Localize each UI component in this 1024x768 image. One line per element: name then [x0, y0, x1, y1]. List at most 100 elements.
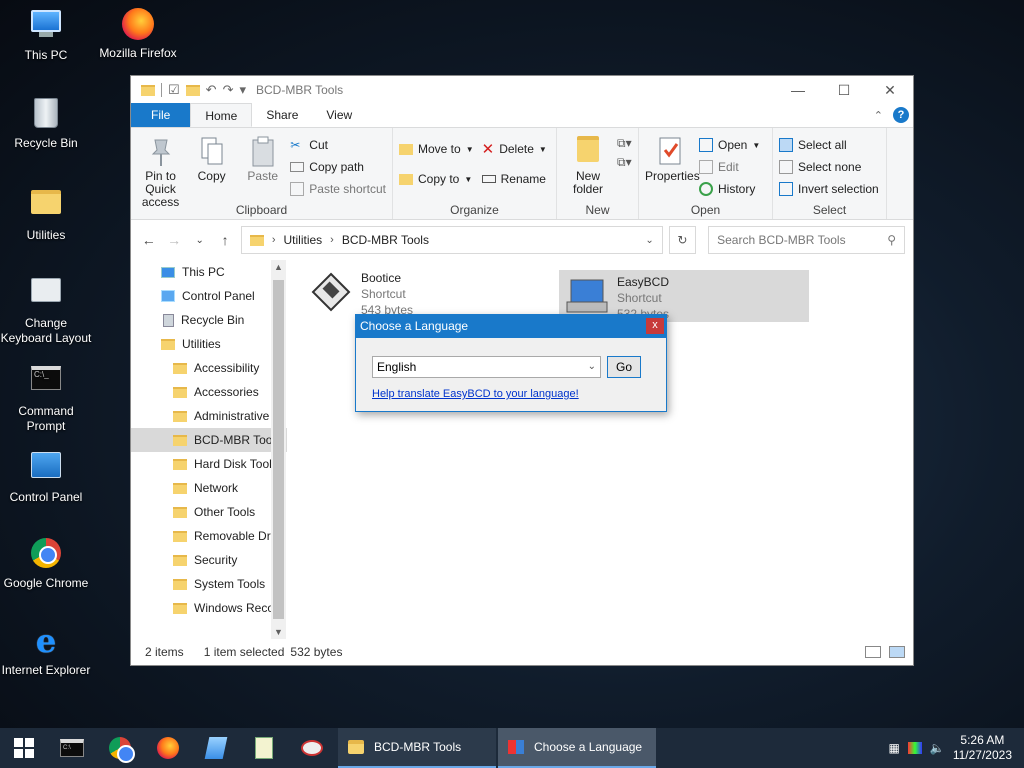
- undo-icon[interactable]: ↶: [206, 82, 217, 98]
- taskbar-task-bcd-mbr-tools[interactable]: BCD-MBR Tools: [338, 728, 496, 768]
- nav-item-control-panel[interactable]: Control Panel: [131, 284, 287, 308]
- history-button[interactable]: History: [699, 180, 760, 198]
- copy-to-button[interactable]: Copy to ▼: [399, 170, 474, 188]
- details-view-icon[interactable]: [865, 646, 881, 658]
- help-translate-link[interactable]: Help translate EasyBCD to your language!: [372, 388, 579, 400]
- taskbar-task-choose-language[interactable]: Choose a Language: [498, 728, 656, 768]
- taskbar-app-paint[interactable]: [288, 728, 336, 768]
- edit-button[interactable]: Edit: [699, 158, 760, 176]
- taskbar: C:\ BCD-MBR Tools Choose a Language ▦ 🔈 …: [0, 728, 1024, 768]
- nav-item-other-tools[interactable]: Other Tools: [131, 500, 287, 524]
- close-button[interactable]: ✕: [867, 76, 913, 104]
- scroll-up-icon[interactable]: ▲: [271, 262, 286, 272]
- taskbar-firefox[interactable]: [144, 728, 192, 768]
- properties-label: Properties: [645, 169, 700, 183]
- easy-access-icon[interactable]: ⧉▾: [617, 155, 632, 170]
- chevron-down-icon: ▼: [465, 144, 474, 154]
- back-button[interactable]: ←: [139, 232, 158, 248]
- nav-item-hard-disk-tools[interactable]: Hard Disk Tools: [131, 452, 287, 476]
- customize-qat-icon[interactable]: ▾: [239, 82, 246, 98]
- new-item-icon[interactable]: ⧉▾: [617, 136, 632, 151]
- taskbar-app-chart[interactable]: [240, 728, 288, 768]
- nav-item-system-tools[interactable]: System Tools: [131, 572, 287, 596]
- desktop-icon-internet-explorer[interactable]: e Internet Explorer: [0, 624, 92, 678]
- address-dropdown-icon[interactable]: ⌄: [645, 235, 653, 246]
- nav-item-removable-drives[interactable]: Removable Dri: [131, 524, 287, 548]
- volume-muted-icon[interactable]: 🔈: [930, 741, 945, 755]
- language-select[interactable]: English ⌄: [372, 356, 601, 378]
- desktop-icon-command-prompt[interactable]: C:\_ Command Prompt: [0, 360, 92, 434]
- move-to-button[interactable]: Move to ▼: [399, 140, 474, 158]
- refresh-button[interactable]: ↻: [668, 226, 697, 254]
- maximize-button[interactable]: ☐: [821, 76, 867, 104]
- address-bar[interactable]: › Utilities › BCD-MBR Tools ⌄: [240, 226, 663, 254]
- nav-item-this-pc[interactable]: This PC: [131, 260, 287, 284]
- desktop-icon-firefox[interactable]: Mozilla Firefox: [92, 8, 184, 61]
- scroll-down-icon[interactable]: ▼: [271, 627, 286, 637]
- nav-scrollbar[interactable]: ▲ ▼: [271, 260, 286, 639]
- cut-button[interactable]: ✂ Cut: [290, 136, 386, 154]
- copy-to-label: Copy to: [418, 172, 460, 186]
- desktop-icon-recycle-bin[interactable]: Recycle Bin: [0, 96, 92, 151]
- nav-item-accessories[interactable]: Accessories: [131, 380, 287, 404]
- nav-item-recycle-bin[interactable]: Recycle Bin: [131, 308, 287, 332]
- go-button[interactable]: Go: [607, 356, 641, 378]
- tab-home[interactable]: Home: [190, 103, 253, 127]
- breadcrumb-item[interactable]: Utilities: [283, 233, 322, 247]
- select-none-button[interactable]: Select none: [779, 158, 879, 176]
- taskbar-command-prompt[interactable]: C:\: [48, 728, 96, 768]
- desktop-icon-utilities[interactable]: Utilities: [0, 184, 92, 243]
- up-button[interactable]: ↑: [215, 232, 234, 248]
- copy-path-button[interactable]: Copy path: [290, 158, 386, 176]
- properties-icon[interactable]: ☑: [168, 82, 180, 98]
- recent-locations-button[interactable]: ⌄: [190, 235, 209, 246]
- file-item-bootice[interactable]: Bootice Shortcut 543 bytes: [303, 266, 553, 318]
- select-all-button[interactable]: Select all: [779, 136, 879, 154]
- history-label: History: [718, 182, 756, 196]
- desktop-icon-control-panel[interactable]: Control Panel: [0, 448, 92, 505]
- rename-button[interactable]: Rename: [481, 170, 547, 188]
- new-folder-icon[interactable]: [185, 84, 200, 96]
- desktop-icon-keyboard-layout[interactable]: Change Keyboard Layout: [0, 272, 92, 346]
- divider: [161, 83, 162, 97]
- large-icons-view-icon[interactable]: [889, 646, 905, 658]
- minimize-button[interactable]: —: [775, 76, 821, 104]
- nav-item-administrative[interactable]: Administrative: [131, 404, 287, 428]
- group-organize: Move to ▼ Copy to ▼ ✕ Delete ▼ Rename Organi…: [393, 128, 557, 219]
- desktop-icon-this-pc[interactable]: This PC: [0, 8, 92, 63]
- open-button[interactable]: Open ▼: [699, 136, 760, 154]
- easybcd-icon: [508, 740, 524, 754]
- taskbar-app-blue[interactable]: [192, 728, 240, 768]
- nav-item-network[interactable]: Network: [131, 476, 287, 500]
- breadcrumb-item[interactable]: BCD-MBR Tools: [342, 233, 429, 247]
- nav-item-accessibility[interactable]: Accessibility: [131, 356, 287, 380]
- help-icon[interactable]: ?: [893, 107, 909, 123]
- taskbar-chrome[interactable]: [96, 728, 144, 768]
- invert-selection-button[interactable]: Invert selection: [779, 180, 879, 198]
- group-label: New: [585, 203, 610, 217]
- chevron-right-icon: ›: [330, 234, 334, 246]
- color-tray-icon[interactable]: [907, 742, 922, 754]
- rename-label: Rename: [500, 172, 546, 186]
- collapse-ribbon-icon[interactable]: ⌃: [874, 109, 883, 122]
- nav-item-windows-recovery[interactable]: Windows Reco: [131, 596, 287, 620]
- dialog-close-button[interactable]: x: [646, 318, 664, 334]
- tab-view[interactable]: View: [312, 103, 366, 127]
- nav-item-security[interactable]: Security: [131, 548, 287, 572]
- desktop-icon-chrome[interactable]: Google Chrome: [0, 536, 92, 591]
- nav-item-bcd-mbr-tools[interactable]: BCD-MBR Tools: [131, 428, 287, 452]
- nav-item-utilities[interactable]: Utilities: [131, 332, 287, 356]
- file-name: Bootice: [361, 271, 402, 285]
- search-input[interactable]: Search BCD-MBR Tools ⚲: [708, 226, 906, 254]
- scrollbar-thumb[interactable]: [273, 280, 284, 619]
- select-all-icon: [779, 138, 793, 152]
- redo-icon[interactable]: ↷: [223, 82, 234, 98]
- delete-button[interactable]: ✕ Delete ▼: [482, 140, 547, 158]
- start-button[interactable]: [0, 728, 48, 768]
- clock[interactable]: 5:26 AM 11/27/2023: [953, 733, 1012, 763]
- tab-share[interactable]: Share: [252, 103, 312, 127]
- tab-file[interactable]: File: [131, 103, 191, 127]
- forward-button[interactable]: →: [164, 232, 183, 248]
- network-icon[interactable]: ▦: [889, 741, 900, 755]
- paste-shortcut-button[interactable]: Paste shortcut: [290, 180, 386, 198]
